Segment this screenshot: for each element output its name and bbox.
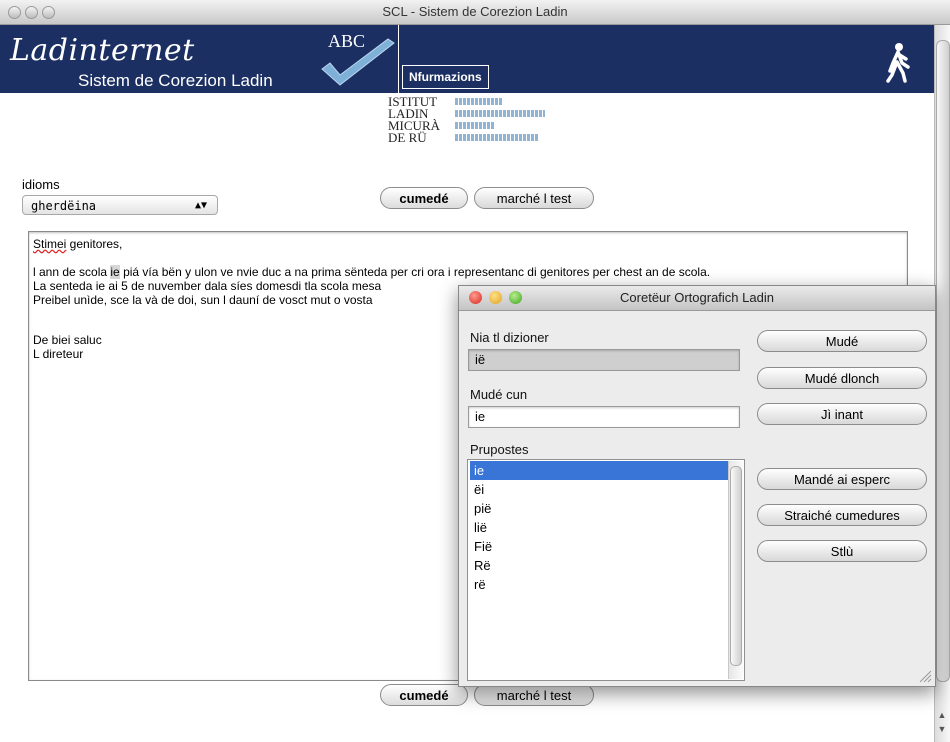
marche-test-button-bottom[interactable]: marché l test <box>474 684 594 706</box>
ji-inant-button[interactable]: Jì inant <box>757 403 927 425</box>
mude-button[interactable]: Mudé <box>757 330 927 352</box>
text-fragment: piá vía bën y ulon ve nvie duc a na prim… <box>119 265 711 279</box>
change-to-input[interactable]: ie <box>468 406 740 428</box>
site-subtitle: Sistem de Corezion Ladin <box>78 71 273 90</box>
institute-bars <box>455 122 495 129</box>
list-item[interactable]: lië <box>470 518 728 537</box>
person-walking-icon[interactable] <box>878 41 918 83</box>
institute-bars <box>455 110 545 117</box>
header-divider <box>398 25 399 93</box>
window-title: SCL - Sistem de Corezion Ladin <box>382 4 568 19</box>
change-to-label: Mudé cun <box>470 387 528 402</box>
not-in-dictionary-label: Nia tl dizioner <box>470 330 549 345</box>
not-in-dictionary-field: ië <box>468 349 740 371</box>
idioms-label: idioms <box>22 177 60 192</box>
checkmark-icon <box>321 38 395 86</box>
mude-dlonch-button[interactable]: Mudé dlonch <box>757 367 927 389</box>
idiom-select-value: gherdëina <box>31 199 97 213</box>
text-line-5: De biei saluc <box>33 333 102 347</box>
resize-grip-icon[interactable] <box>918 669 932 683</box>
scroll-down-icon[interactable]: ▼ <box>936 722 948 736</box>
minimize-window-button[interactable] <box>25 6 38 19</box>
chevron-updown-icon: ▲▼ <box>194 200 207 211</box>
institute-logo: ISTITUT LADIN MICURÀ DE RÜ <box>388 95 440 145</box>
dialog-minimize-button[interactable] <box>489 291 502 304</box>
window-titlebar: SCL - Sistem de Corezion Ladin <box>0 0 950 25</box>
institute-line: DE RÜ <box>388 130 427 145</box>
marche-test-button-top[interactable]: marché l test <box>474 187 594 209</box>
mande-ai-esperc-button[interactable]: Mandé ai esperc <box>757 468 927 490</box>
text-fragment: genitores, <box>66 237 123 251</box>
text-fragment: l ann de scola <box>33 265 111 279</box>
list-item[interactable]: Rë <box>470 556 728 575</box>
cumede-button-top[interactable]: cumedé <box>380 187 468 209</box>
zoom-window-button[interactable] <box>42 6 55 19</box>
list-item[interactable]: rë <box>470 575 728 594</box>
close-window-button[interactable] <box>8 6 21 19</box>
stlu-button[interactable]: Stlù <box>757 540 927 562</box>
main-window: SCL - Sistem de Corezion Ladin Ladintern… <box>0 0 950 742</box>
cumede-button-bottom[interactable]: cumedé <box>380 684 468 706</box>
institute-bars <box>455 134 539 141</box>
list-item[interactable]: pië <box>470 499 728 518</box>
misspelled-word[interactable]: Stimei <box>33 237 66 251</box>
dialog-titlebar: Coretëur Ortografich Ladin <box>459 286 935 311</box>
site-logo[interactable]: Ladinternet <box>10 33 195 68</box>
site-header: Ladinternet Sistem de Corezion Ladin ABC… <box>0 25 935 93</box>
dialog-title: Coretëur Ortografich Ladin <box>620 290 774 305</box>
text-line-4: Preibel unìde, sce la và de doi, sun l d… <box>33 293 373 307</box>
list-item[interactable]: ëi <box>470 480 728 499</box>
straiche-cumedures-button[interactable]: Straiché cumedures <box>757 504 927 526</box>
text-line-2: l ann de scola ie piá vía bën y ulon ve … <box>33 265 711 279</box>
list-item[interactable]: ie <box>470 461 728 480</box>
scrollbar-thumb[interactable] <box>936 40 950 682</box>
text-line-3: La senteda ie ai 5 de nuvember dala síes… <box>33 279 382 293</box>
dialog-close-button[interactable] <box>469 291 482 304</box>
nfurmazions-button[interactable]: Nfurmazions <box>402 65 489 89</box>
suggestions-scrollbar-thumb[interactable] <box>730 466 742 666</box>
scroll-up-icon[interactable]: ▲ <box>936 708 948 722</box>
suggestions-label: Prupostes <box>470 442 529 457</box>
dialog-zoom-button[interactable] <box>509 291 522 304</box>
highlighted-word[interactable]: ie <box>110 265 120 279</box>
suggestions-list[interactable]: ie ëi pië lië Fië Rë rë <box>467 459 745 681</box>
spellcheck-dialog: Coretëur Ortografich Ladin Nia tl dizion… <box>458 285 936 687</box>
institute-bars <box>455 98 503 105</box>
text-line-1: Stimei genitores, <box>33 238 122 251</box>
text-line-6: L direteur <box>33 347 84 361</box>
idiom-select[interactable]: gherdëina ▲▼ <box>22 195 218 215</box>
list-item[interactable]: Fië <box>470 537 728 556</box>
